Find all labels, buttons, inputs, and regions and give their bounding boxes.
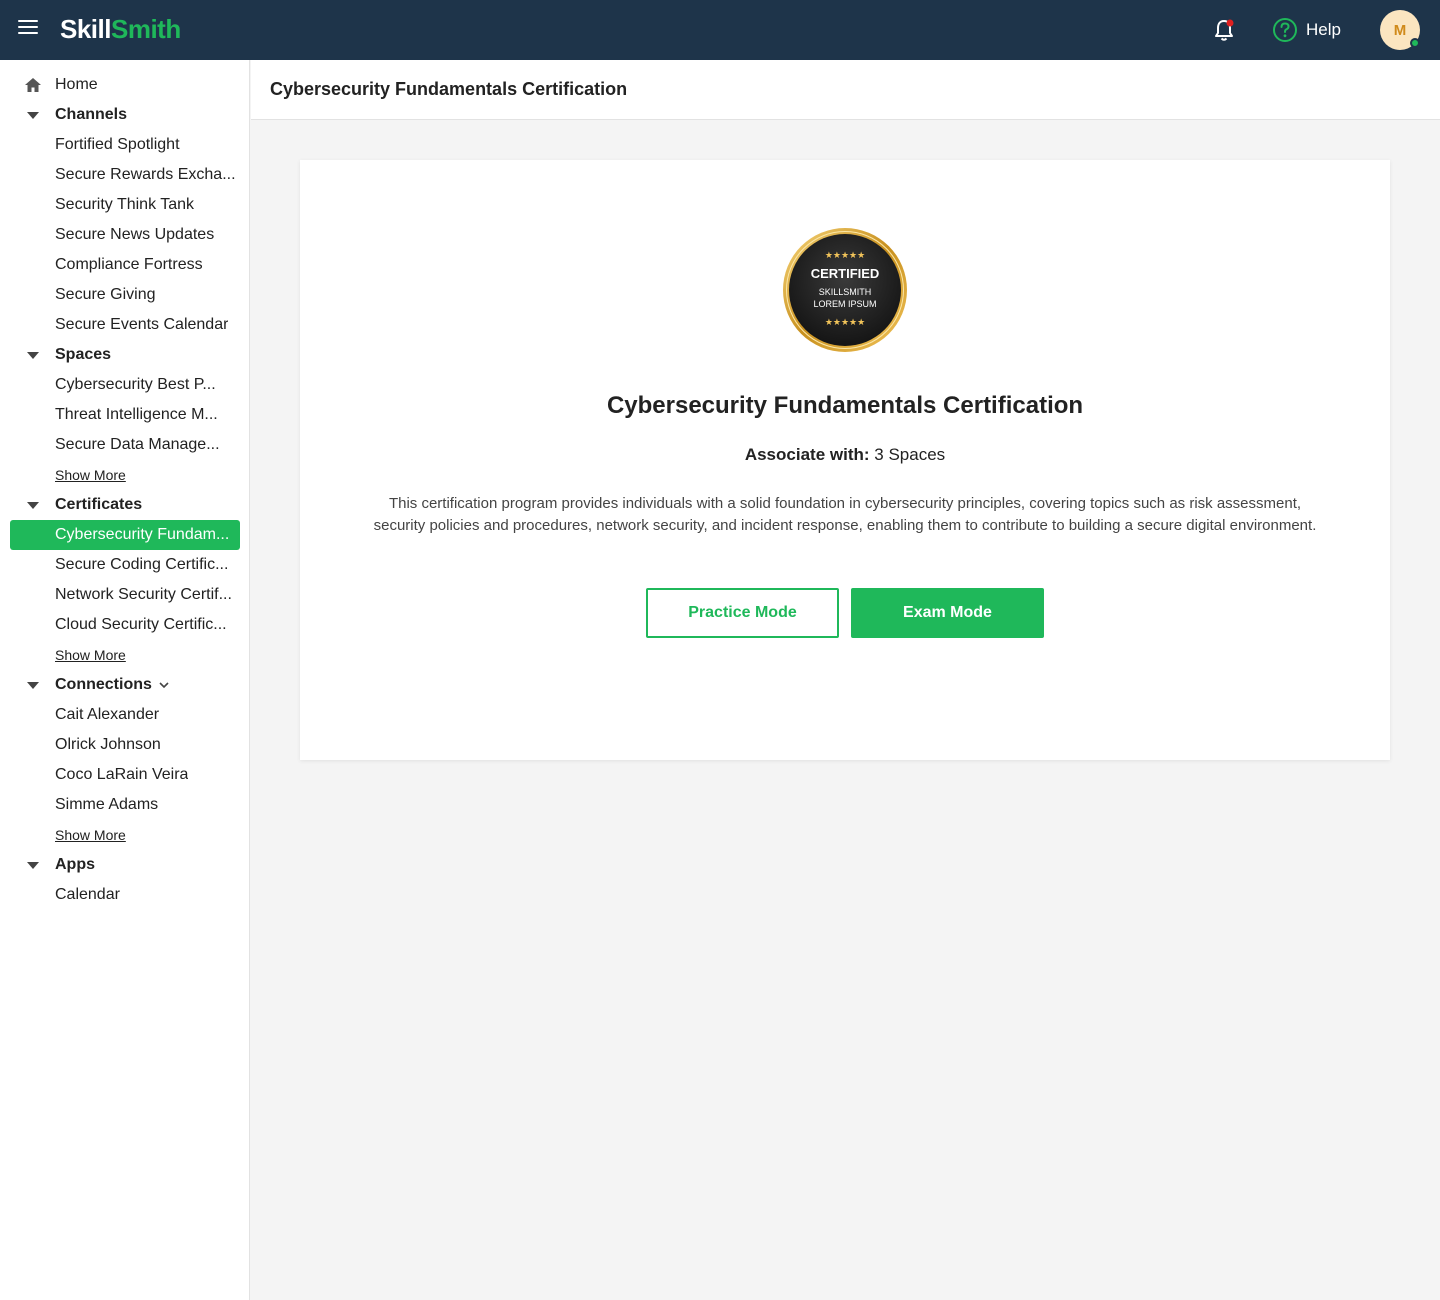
help-icon bbox=[1273, 18, 1297, 42]
sidebar-item-label: Calendar bbox=[55, 886, 120, 903]
sidebar-item-space[interactable]: Threat Intelligence M... bbox=[0, 400, 250, 430]
sidebar-item-label: Cybersecurity Fundam... bbox=[55, 526, 230, 543]
sidebar-item-space[interactable]: Secure Data Manage... bbox=[0, 430, 250, 460]
section-label: Channels bbox=[55, 106, 128, 123]
show-more-label: Show More bbox=[55, 827, 126, 843]
page-title: Cybersecurity Fundamentals Certification bbox=[270, 79, 628, 99]
section-connections[interactable]: Connections bbox=[0, 670, 250, 700]
logo-part2: Smith bbox=[110, 14, 181, 44]
badge-stars-bottom: ★★★★★ bbox=[825, 318, 865, 328]
section-apps[interactable]: Apps bbox=[0, 850, 250, 880]
help-button[interactable]: Help bbox=[1272, 17, 1341, 43]
home-icon bbox=[25, 78, 41, 92]
section-channels[interactable]: Channels bbox=[0, 100, 250, 130]
show-more-label: Show More bbox=[55, 467, 126, 483]
sidebar-item-connection[interactable]: Coco LaRain Veira bbox=[0, 760, 250, 790]
sidebar-item-channel[interactable]: Secure Rewards Excha... bbox=[0, 160, 250, 190]
sidebar-item-channel[interactable]: Fortified Spotlight bbox=[0, 130, 250, 160]
sidebar-item-label: Cloud Security Certific... bbox=[55, 616, 227, 633]
sidebar-item-label: Security Think Tank bbox=[55, 196, 195, 213]
associate-label: Associate with: bbox=[744, 445, 870, 464]
app-logo[interactable]: SkillSmith bbox=[60, 14, 181, 45]
certificate-card: ★★★★★ CERTIFIED SKILLSMITH LOREM IPSUM ★… bbox=[300, 160, 1390, 760]
sidebar-item-label: Secure Giving bbox=[55, 286, 156, 303]
certificate-description: This certification program provides indi… bbox=[373, 495, 1317, 534]
sidebar-item-label: Network Security Certif... bbox=[55, 586, 232, 603]
sidebar-nav: Home Channels Fortified Spotlight Secure… bbox=[0, 70, 250, 910]
sidebar-item-label: Simme Adams bbox=[55, 796, 159, 813]
badge-line1: CERTIFIED bbox=[811, 266, 880, 281]
logo-part1: Skill bbox=[60, 14, 111, 44]
sidebar-item-label: Cybersecurity Best P... bbox=[55, 376, 216, 393]
sidebar-item-certificate[interactable]: Cloud Security Certific... bbox=[0, 610, 250, 640]
sidebar-item-certificate-active[interactable]: Cybersecurity Fundam... bbox=[10, 520, 240, 550]
sidebar-item-label: Cait Alexander bbox=[55, 706, 160, 723]
badge-line3: LOREM IPSUM bbox=[813, 299, 876, 309]
collapse-caret-icon bbox=[27, 112, 39, 119]
avatar-initial: M bbox=[1393, 21, 1407, 39]
sidebar-item-connection[interactable]: Cait Alexander bbox=[0, 700, 250, 730]
collapse-caret-icon bbox=[27, 862, 39, 869]
sidebar-item-label: Secure News Updates bbox=[55, 226, 215, 243]
exam-mode-button[interactable]: Exam Mode bbox=[851, 588, 1044, 638]
sidebar-item-label: Threat Intelligence M... bbox=[55, 406, 218, 423]
sidebar-item-label: Secure Events Calendar bbox=[55, 316, 229, 333]
connections-show-more-link[interactable]: Show More bbox=[0, 820, 250, 850]
sidebar-item-label: Fortified Spotlight bbox=[55, 136, 180, 153]
practice-mode-button[interactable]: Practice Mode bbox=[646, 588, 839, 638]
sidebar-item-channel[interactable]: Secure Events Calendar bbox=[0, 310, 250, 340]
sidebar-item-channel[interactable]: Security Think Tank bbox=[0, 190, 250, 220]
sidebar-item-app[interactable]: Calendar bbox=[0, 880, 250, 910]
sidebar-item-channel[interactable]: Secure Giving bbox=[0, 280, 250, 310]
collapse-caret-icon bbox=[27, 682, 39, 689]
sidebar-item-connection[interactable]: Simme Adams bbox=[0, 790, 250, 820]
sidebar-item-home[interactable]: Home bbox=[0, 70, 250, 100]
section-label: Spaces bbox=[55, 346, 112, 363]
sidebar-item-certificate[interactable]: Network Security Certif... bbox=[0, 580, 250, 610]
badge-line2: SKILLSMITH bbox=[819, 287, 872, 297]
menu-icon[interactable] bbox=[18, 20, 38, 40]
badge-stars-top: ★★★★★ bbox=[825, 251, 865, 261]
sidebar-item-label: Home bbox=[55, 76, 98, 93]
sidebar-item-label: Secure Data Manage... bbox=[55, 436, 220, 453]
chevron-down-icon[interactable] bbox=[158, 679, 170, 691]
section-label: Connections bbox=[55, 676, 152, 693]
page-header: Cybersecurity Fundamentals Certification bbox=[251, 60, 1440, 120]
section-label: Certificates bbox=[55, 496, 143, 513]
sidebar-item-label: Coco LaRain Veira bbox=[55, 766, 189, 783]
sidebar-item-certificate[interactable]: Secure Coding Certific... bbox=[0, 550, 250, 580]
section-label: Apps bbox=[55, 856, 95, 873]
sidebar-item-channel[interactable]: Secure News Updates bbox=[0, 220, 250, 250]
sidebar-item-channel[interactable]: Compliance Fortress bbox=[0, 250, 250, 280]
sidebar-item-connection[interactable]: Olrick Johnson bbox=[0, 730, 250, 760]
notification-bell-icon[interactable] bbox=[1210, 16, 1238, 44]
show-more-label: Show More bbox=[55, 647, 126, 663]
collapse-caret-icon bbox=[27, 352, 39, 359]
online-status-dot bbox=[1410, 38, 1420, 48]
certified-badge-icon: ★★★★★ CERTIFIED SKILLSMITH LOREM IPSUM ★… bbox=[783, 228, 907, 352]
user-avatar[interactable]: M bbox=[1380, 10, 1420, 50]
spaces-show-more-link[interactable]: Show More bbox=[0, 460, 250, 490]
sidebar-item-label: Olrick Johnson bbox=[55, 736, 161, 753]
section-spaces[interactable]: Spaces bbox=[0, 340, 250, 370]
certificates-show-more-link[interactable]: Show More bbox=[0, 640, 250, 670]
certificate-title: Cybersecurity Fundamentals Certification bbox=[606, 392, 1084, 419]
section-certificates[interactable]: Certificates bbox=[0, 490, 250, 520]
sidebar-item-label: Secure Rewards Excha... bbox=[55, 166, 236, 183]
sidebar: Home Channels Fortified Spotlight Secure… bbox=[0, 60, 250, 1300]
collapse-caret-icon bbox=[27, 502, 39, 509]
sidebar-item-space[interactable]: Cybersecurity Best P... bbox=[0, 370, 250, 400]
associate-value: 3 Spaces bbox=[874, 445, 946, 464]
associate-info: Associate with: 3 Spaces bbox=[300, 445, 1390, 465]
sidebar-item-label: Secure Coding Certific... bbox=[55, 556, 229, 573]
sidebar-item-label: Compliance Fortress bbox=[55, 256, 203, 273]
top-bar: SkillSmith Help M bbox=[0, 0, 1440, 60]
help-label: Help bbox=[1306, 20, 1341, 39]
